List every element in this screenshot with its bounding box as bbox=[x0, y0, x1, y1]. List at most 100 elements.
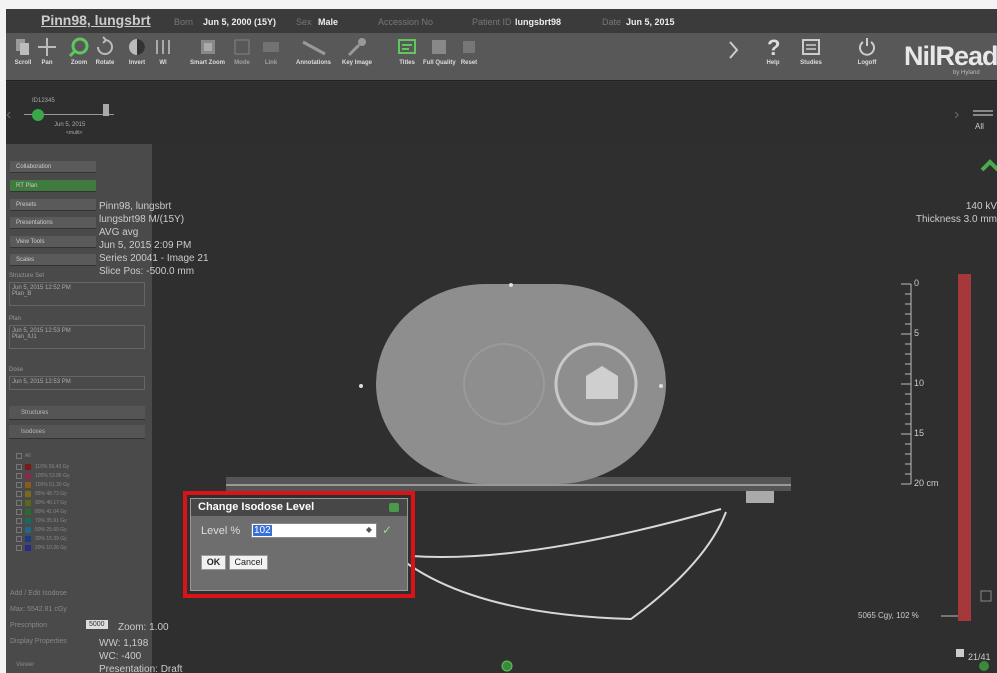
invert-button[interactable]: Invert bbox=[126, 36, 148, 66]
slice-navigator-icon[interactable] bbox=[979, 661, 989, 671]
all-checkbox[interactable] bbox=[16, 453, 22, 459]
viewer-tab[interactable]: Viewer bbox=[16, 662, 34, 668]
image-viewport[interactable]: Collaboration RT Plan Presets Presentati… bbox=[6, 144, 997, 673]
isodose-label: 50% 25.65 Gy bbox=[35, 527, 67, 533]
level-label: Level % bbox=[201, 525, 241, 537]
studies-button[interactable]: Studies bbox=[800, 36, 822, 66]
tool-icon-right[interactable] bbox=[980, 590, 992, 602]
isodose-checkbox[interactable] bbox=[16, 527, 22, 533]
isodose-swatch bbox=[25, 509, 31, 515]
rt-plan-button[interactable]: RT Plan bbox=[10, 180, 96, 192]
isodose-swatch bbox=[25, 518, 31, 524]
plan-select[interactable]: Jun 5, 2015 12:53 PM Plan_IU1 bbox=[9, 325, 145, 349]
annotations-button[interactable]: Annotations bbox=[296, 36, 331, 66]
patient-id-label: Patient ID bbox=[472, 17, 512, 27]
overlay-avg: AVG avg bbox=[99, 227, 139, 238]
isodose-checkbox[interactable] bbox=[16, 473, 22, 479]
logoff-button[interactable]: Logoff bbox=[856, 36, 878, 66]
key-image-label: Key Image bbox=[342, 60, 373, 66]
collaboration-button[interactable]: Collaboration bbox=[10, 161, 96, 173]
couch-bracket bbox=[746, 491, 774, 503]
full-quality-button[interactable]: Full Quality bbox=[423, 36, 456, 66]
nilread-logo: NilRead bbox=[904, 41, 997, 71]
isodose-legend-row[interactable]: 90% 46.17 Gy bbox=[16, 500, 146, 508]
isodoses-button[interactable]: Isodoses bbox=[9, 425, 145, 439]
isodose-all-toggle[interactable]: All bbox=[16, 453, 146, 461]
display-properties-link[interactable]: Display Properties bbox=[10, 638, 67, 645]
link-button[interactable]: Link bbox=[260, 36, 282, 66]
isodose-legend-row[interactable]: 30% 15.39 Gy bbox=[16, 536, 146, 544]
all-series-label[interactable]: All bbox=[975, 122, 984, 131]
level-select[interactable]: 102 ◆ bbox=[251, 523, 377, 538]
all-series-icon[interactable] bbox=[973, 110, 993, 116]
born-label: Born bbox=[174, 17, 194, 27]
isodose-checkbox[interactable] bbox=[16, 482, 22, 488]
invert-label: Invert bbox=[128, 60, 146, 66]
isodose-checkbox[interactable] bbox=[16, 500, 22, 506]
max-dose-text: Max: 5542.81 cGy bbox=[10, 606, 67, 613]
smart-zoom-button[interactable]: Smart Zoom bbox=[190, 36, 225, 66]
apply-check-icon[interactable]: ✓ bbox=[382, 523, 392, 537]
chevron-right-icon[interactable]: › bbox=[954, 106, 959, 124]
key-image-button[interactable]: Key Image bbox=[342, 36, 372, 66]
isodose-legend-row[interactable]: 100% 51.30 Gy bbox=[16, 482, 146, 490]
support-curve-inner bbox=[410, 508, 722, 558]
chevron-left-icon[interactable]: ‹ bbox=[6, 106, 11, 124]
mode-button[interactable]: Mode bbox=[231, 36, 253, 66]
toolbar-expand-button[interactable] bbox=[726, 36, 742, 66]
scale-tick-label: 15 bbox=[914, 428, 925, 438]
series-marker[interactable] bbox=[103, 104, 109, 116]
pan-button[interactable]: Pan bbox=[36, 36, 58, 66]
isodose-checkbox[interactable] bbox=[16, 518, 22, 524]
view-tools-button[interactable]: View Tools bbox=[10, 236, 96, 248]
mode-label: Mode bbox=[234, 60, 250, 66]
isodose-checkbox[interactable] bbox=[16, 464, 22, 470]
prescription-input[interactable]: 5000 bbox=[86, 620, 108, 629]
presentations-button[interactable]: Presentations bbox=[10, 217, 96, 229]
isodose-legend-row[interactable]: 80% 41.04 Gy bbox=[16, 509, 146, 517]
add-edit-isodose-link[interactable]: Add / Edit Isodose bbox=[10, 590, 67, 597]
dose-date: Jun 5, 2015 12:53 PM bbox=[12, 379, 71, 385]
scroll-up-icon[interactable] bbox=[980, 159, 997, 172]
level-value: 102 bbox=[253, 525, 272, 536]
annotations-label: Annotations bbox=[296, 60, 331, 66]
titles-icon bbox=[398, 39, 416, 54]
scales-button[interactable]: Scales bbox=[10, 254, 96, 266]
sex-label: Sex bbox=[296, 17, 312, 27]
study-marker[interactable] bbox=[32, 109, 44, 121]
isodose-swatch bbox=[25, 536, 31, 542]
presets-button[interactable]: Presets bbox=[10, 199, 96, 211]
smart-zoom-icon bbox=[200, 40, 215, 54]
isodose-swatch bbox=[25, 473, 31, 479]
structures-button[interactable]: Structures bbox=[9, 406, 145, 420]
isodose-checkbox[interactable] bbox=[16, 545, 22, 551]
isodose-legend-row[interactable]: 105% 53.86 Gy bbox=[16, 473, 146, 481]
titles-button[interactable]: Titles bbox=[396, 36, 418, 66]
help-button[interactable]: ? Help bbox=[762, 36, 784, 66]
structure-set-name: Plan_B bbox=[12, 291, 32, 297]
isodose-checkbox[interactable] bbox=[16, 491, 22, 497]
patient-name-link[interactable]: Pinn98, lungsbrt bbox=[41, 12, 151, 28]
isodose-legend-row[interactable]: 50% 25.65 Gy bbox=[16, 527, 146, 535]
isodose-legend-row[interactable]: 95% 48.73 Gy bbox=[16, 491, 146, 499]
annotations-icon bbox=[301, 40, 326, 56]
bottom-status-icon[interactable] bbox=[501, 660, 513, 672]
structure-set-select[interactable]: Jun 5, 2015 12:52 PM Plan_B bbox=[9, 282, 145, 306]
isodose-legend-row[interactable]: 70% 35.91 Gy bbox=[16, 518, 146, 526]
isodose-checkbox[interactable] bbox=[16, 536, 22, 542]
rotate-button[interactable]: Rotate bbox=[94, 36, 116, 66]
ok-button[interactable]: OK bbox=[201, 555, 226, 570]
isodose-legend-row[interactable]: 110% 56.43 Gy bbox=[16, 464, 146, 472]
cancel-button[interactable]: Cancel bbox=[229, 555, 268, 570]
zoom-button[interactable]: Zoom bbox=[68, 36, 90, 66]
wl-button[interactable]: Wl bbox=[152, 36, 174, 66]
stepper-icon[interactable]: ◆ bbox=[366, 525, 372, 534]
reset-button[interactable]: Reset bbox=[458, 36, 480, 66]
overlay-slice-pos: Slice Pos: -500.0 mm bbox=[99, 266, 195, 277]
dialog-close-icon[interactable] bbox=[389, 503, 399, 512]
isodose-checkbox[interactable] bbox=[16, 509, 22, 515]
power-icon bbox=[859, 38, 875, 56]
dose-select[interactable]: Jun 5, 2015 12:53 PM bbox=[9, 376, 145, 390]
scroll-button[interactable]: Scroll bbox=[12, 36, 34, 66]
isodose-legend-row[interactable]: 20% 10.26 Gy bbox=[16, 545, 146, 553]
